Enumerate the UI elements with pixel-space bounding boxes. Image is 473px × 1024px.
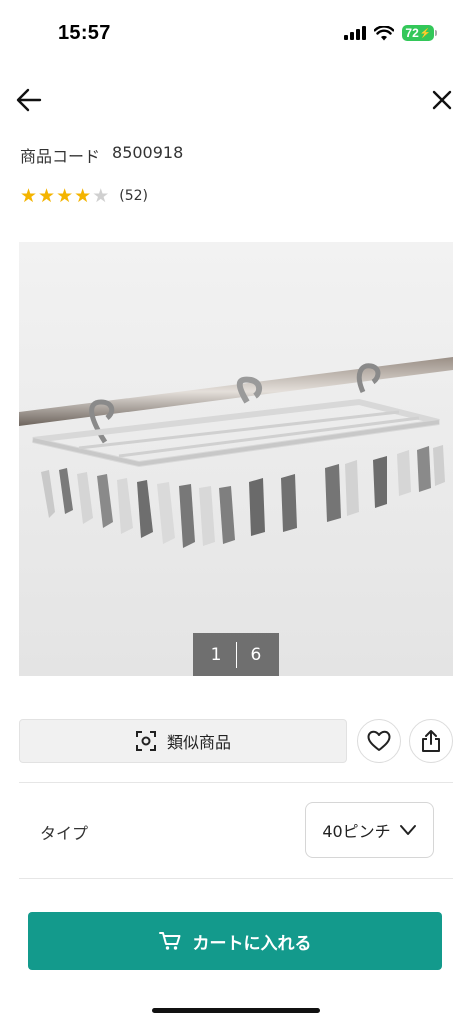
pager-separator bbox=[235, 641, 237, 668]
product-photo-hanger bbox=[19, 242, 453, 676]
home-indicator[interactable] bbox=[152, 1008, 320, 1013]
scan-icon bbox=[135, 731, 156, 751]
add-to-cart-label: カートに入れる bbox=[192, 933, 312, 954]
star-rating: ★ ★ ★ ★ ★ bbox=[20, 186, 109, 206]
star-filled-icon: ★ bbox=[38, 185, 56, 207]
back-button[interactable] bbox=[14, 85, 44, 115]
signal-icon bbox=[344, 26, 367, 40]
share-icon bbox=[422, 730, 440, 752]
wifi-icon bbox=[374, 25, 395, 40]
close-icon bbox=[432, 90, 452, 110]
pager-current: 1 bbox=[210, 644, 222, 665]
star-filled-icon: ★ bbox=[56, 185, 74, 207]
type-label: タイプ bbox=[40, 824, 89, 843]
status-icons: 72 ⚡ bbox=[344, 25, 437, 41]
arrow-left-icon bbox=[16, 88, 42, 112]
star-empty-icon: ★ bbox=[92, 185, 110, 207]
similar-products-button[interactable]: 類似商品 bbox=[19, 719, 347, 763]
pager-total: 6 bbox=[250, 644, 262, 665]
battery-level: 72 bbox=[405, 26, 419, 40]
image-pager: 1 6 bbox=[193, 633, 279, 676]
star-filled-icon: ★ bbox=[20, 185, 38, 207]
divider bbox=[19, 782, 453, 783]
rating[interactable]: ★ ★ ★ ★ ★ (52) bbox=[20, 186, 148, 206]
battery-icon: 72 ⚡ bbox=[402, 25, 437, 41]
status-bar: 15:57 72 ⚡ bbox=[0, 0, 473, 60]
share-button[interactable] bbox=[409, 719, 453, 763]
heart-icon bbox=[367, 730, 391, 751]
status-time: 15:57 bbox=[58, 22, 111, 44]
close-button[interactable] bbox=[429, 87, 455, 113]
chevron-down-icon bbox=[399, 825, 416, 835]
add-to-cart-button[interactable]: カートに入れる bbox=[28, 912, 442, 970]
product-code-label: 商品コード bbox=[20, 147, 101, 166]
review-count: (52) bbox=[119, 188, 148, 204]
star-filled-icon: ★ bbox=[74, 185, 92, 207]
product-image[interactable]: 1 6 bbox=[19, 242, 453, 676]
favorite-button[interactable] bbox=[357, 719, 401, 763]
type-select[interactable]: 40ピンチ bbox=[305, 802, 434, 858]
similar-products-label: 類似商品 bbox=[166, 733, 231, 752]
divider bbox=[19, 878, 453, 879]
cart-icon bbox=[158, 932, 180, 950]
product-code-value: 8500918 bbox=[112, 143, 184, 162]
type-select-value: 40ピンチ bbox=[322, 822, 391, 841]
product-code: 商品コード 8500918 bbox=[20, 143, 183, 167]
